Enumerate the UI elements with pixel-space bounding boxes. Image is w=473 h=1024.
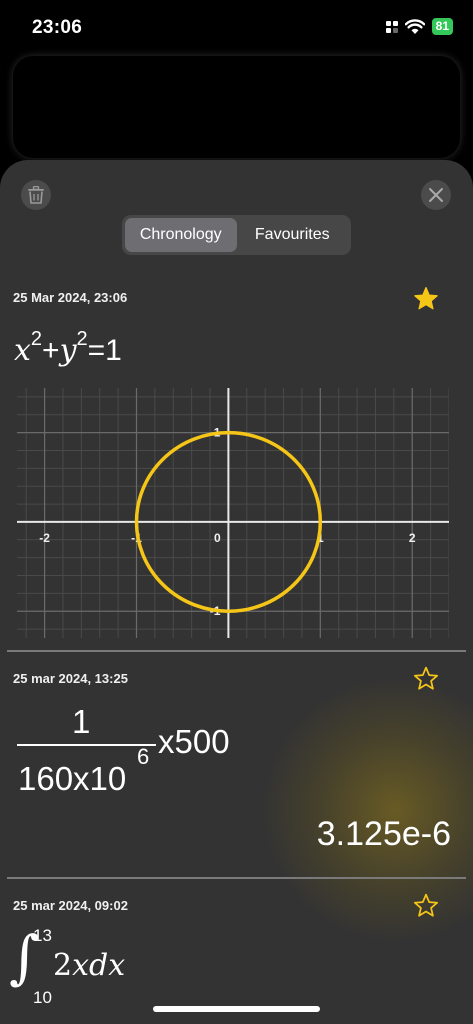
- status-time: 23:06: [32, 17, 83, 38]
- battery-indicator: 81: [431, 18, 453, 35]
- calculator-display: [13, 56, 460, 158]
- entry-date: 25 mar 2024, 13:25: [13, 671, 128, 686]
- integrand[interactable]: 2xdx: [53, 948, 125, 983]
- entry-result[interactable]: 3.125e-6: [317, 815, 451, 854]
- integral-lower-bound: 10: [33, 988, 52, 1007]
- tab-favourites[interactable]: Favourites: [237, 218, 349, 252]
- history-tab-control: Chronology Favourites: [122, 215, 351, 255]
- entry-date: 25 mar 2024, 09:02: [13, 898, 128, 913]
- tab-chronology[interactable]: Chronology: [125, 218, 237, 252]
- entry-divider: [7, 877, 466, 879]
- background-glow: [265, 680, 473, 940]
- fraction-bar: [17, 744, 156, 746]
- x-tick-label: 0: [214, 531, 221, 545]
- trash-icon: [28, 186, 44, 204]
- entry-date: 25 Mar 2024, 23:06: [13, 290, 128, 305]
- star-icon[interactable]: [413, 286, 439, 312]
- close-icon: [429, 188, 443, 202]
- status-icons: 81: [385, 18, 453, 35]
- history-sheet: Chronology Favourites 25 Mar 2024, 23:06…: [0, 160, 473, 1024]
- integral-upper-bound: 13: [33, 926, 52, 945]
- fraction-numerator: 1: [72, 703, 91, 740]
- x-tick-label: 2: [409, 531, 416, 545]
- status-bar: 23:06 81: [0, 0, 473, 56]
- home-indicator[interactable]: [153, 1006, 320, 1012]
- clear-history-button[interactable]: [21, 180, 51, 210]
- entry-divider: [7, 650, 466, 652]
- entry-equation[interactable]: x2+y2=1: [14, 328, 122, 368]
- denominator-exponent: 6: [137, 744, 150, 769]
- star-icon[interactable]: [413, 893, 439, 919]
- close-history-button[interactable]: [421, 180, 451, 210]
- wifi-icon: [404, 18, 425, 34]
- cellular-signal-icon: [385, 20, 398, 33]
- star-icon[interactable]: [413, 666, 439, 692]
- fraction-denominator: 160x10: [18, 760, 127, 797]
- multiplier: x500: [158, 723, 230, 760]
- equation-graph[interactable]: -2 -1 0 1 21-1: [17, 388, 449, 638]
- x-tick-label: -2: [39, 531, 50, 545]
